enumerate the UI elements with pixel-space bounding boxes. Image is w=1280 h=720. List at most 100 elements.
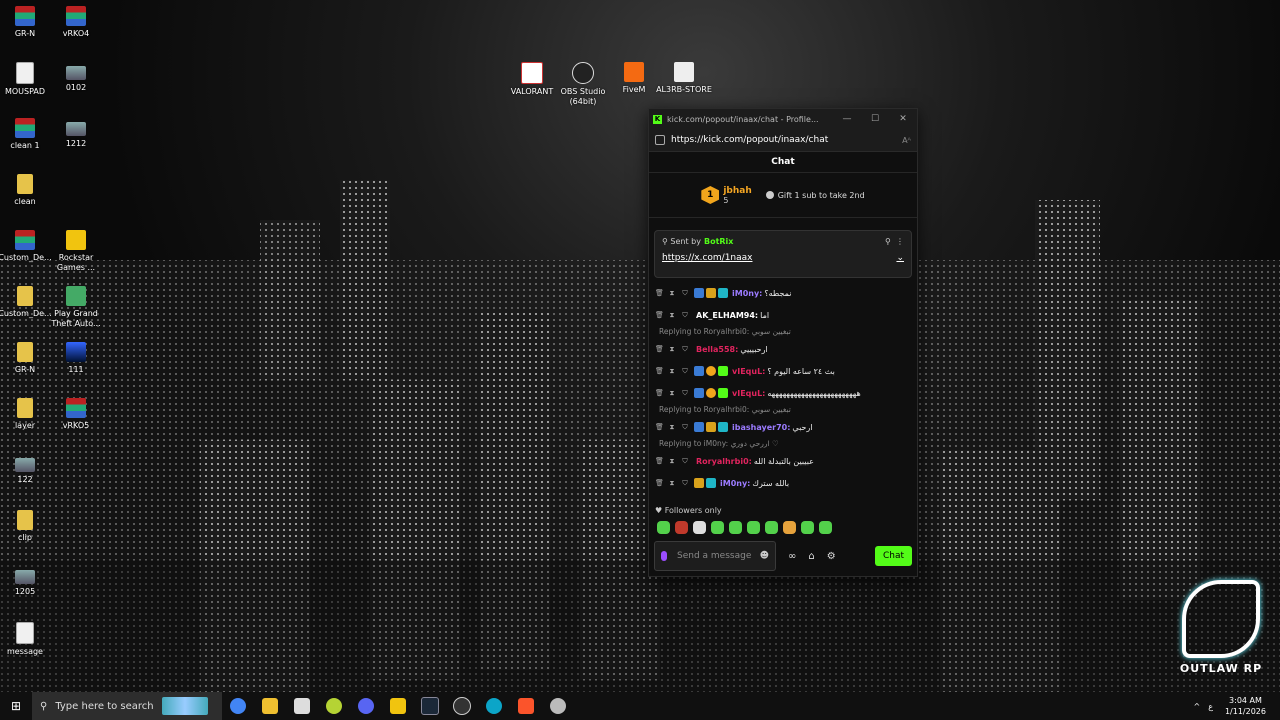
send-chat-button[interactable]: Chat [874, 546, 912, 566]
desktop-icon-gta[interactable]: Play Grand Theft Auto... [48, 286, 104, 329]
rockstar-launcher-icon[interactable] [382, 692, 414, 720]
gear-icon[interactable]: ⚙ [827, 551, 836, 562]
chat-username[interactable]: vIEquL: [732, 389, 765, 398]
desktop-icon-custom-de-1[interactable]: Custom_De... [0, 230, 53, 263]
bot-name[interactable]: BotRix [704, 237, 733, 246]
delete-icon[interactable]: 🗑 [655, 289, 664, 297]
timeout-icon[interactable]: ⧗ [668, 423, 676, 431]
chat-message[interactable]: 🗑 ⧗ ⛉ AK_ELHAM94: اما [655, 304, 911, 326]
emote-icon[interactable] [711, 521, 724, 534]
maximize-button[interactable]: ☐ [861, 114, 889, 124]
chevron-up-icon[interactable]: ^ [1193, 702, 1200, 711]
timeout-icon[interactable]: ⧗ [668, 367, 676, 375]
ban-icon[interactable]: ⛉ [681, 345, 689, 353]
chat-message[interactable]: 🗑 ⧗ ⛉ iM0ny: بالله سترك [655, 472, 911, 494]
steam-icon[interactable] [414, 692, 446, 720]
brave-icon[interactable] [510, 692, 542, 720]
ban-icon[interactable]: ⛉ [681, 479, 689, 487]
ban-icon[interactable]: ⛉ [681, 367, 689, 375]
chat-username[interactable]: iM0ny: [732, 289, 762, 298]
gifter-name[interactable]: jbhah [723, 186, 751, 196]
desktop-icon-vrko4[interactable]: vRKO4 [48, 6, 104, 39]
delete-icon[interactable]: 🗑 [655, 423, 664, 431]
timeout-icon[interactable]: ⧗ [668, 479, 676, 487]
ban-icon[interactable]: ⛉ [681, 457, 689, 465]
ban-icon[interactable]: ⛉ [681, 423, 689, 431]
mic-icon[interactable] [661, 551, 667, 561]
infinity-icon[interactable]: ∞ [788, 551, 796, 562]
chat-username[interactable]: vIEquL: [732, 367, 765, 376]
chat-message[interactable]: 🗑 ⧗ ⛉ vIEquL: بث ٢٤ ساعه اليوم ؟ [655, 360, 911, 382]
emote-icon[interactable] [747, 521, 760, 534]
desktop-icon-122[interactable]: 122 [0, 454, 53, 485]
delete-icon[interactable]: 🗑 [655, 345, 664, 353]
pinned-link[interactable]: https://x.com/1naax [662, 253, 896, 263]
discord-icon[interactable] [350, 692, 382, 720]
chat-username[interactable]: Roryalhrbi0: [696, 457, 752, 466]
more-options-icon[interactable]: ⋮ [896, 237, 904, 246]
address-bar[interactable]: https://kick.com/popout/inaax/chat Aᴬ [649, 129, 917, 152]
desktop-icon-vrko5[interactable]: vRKO5 [48, 398, 104, 431]
chat-message[interactable]: 🗑 ⧗ ⛉ ibashayer70: ارحبي [655, 416, 911, 438]
file-explorer-icon[interactable] [254, 692, 286, 720]
delete-icon[interactable]: 🗑 [655, 367, 664, 375]
desktop-icon-mouspad[interactable]: MOUSPAD [0, 62, 53, 97]
ban-icon[interactable]: ⛉ [681, 289, 689, 297]
desktop-icon-grn[interactable]: GR-N [0, 6, 53, 39]
minimize-button[interactable]: — [833, 114, 861, 124]
emote-icon[interactable] [675, 521, 688, 534]
emote-icon[interactable] [657, 521, 670, 534]
timeout-icon[interactable]: ⧗ [668, 345, 676, 353]
chat-username[interactable]: AK_ELHAM94: [696, 311, 758, 320]
chat-message[interactable]: 🗑 ⧗ ⛉ Bella558: ارحبيييي [655, 338, 911, 360]
chevron-down-icon[interactable]: ⌄ [896, 253, 904, 263]
timeout-icon[interactable]: ⧗ [668, 457, 676, 465]
chat-username[interactable]: ibashayer70: [732, 423, 790, 432]
unpin-icon[interactable]: ⚲ [885, 237, 896, 246]
window-titlebar[interactable]: K kick.com/popout/inaax/chat - Profile..… [649, 109, 917, 129]
chrome-icon[interactable] [222, 692, 254, 720]
desktop-icon-layer[interactable]: layer [0, 398, 53, 431]
desktop-icon-custom-de-2[interactable]: Custom_De... [0, 286, 53, 319]
desktop-icon-obs[interactable]: OBS Studio (64bit) [555, 62, 611, 107]
reader-mode-icon[interactable]: Aᴬ [902, 136, 911, 145]
chat-username[interactable]: Bella558: [696, 345, 738, 354]
desktop-icon-valorant[interactable]: VALORANT [504, 62, 560, 97]
gift-sub-button[interactable]: Gift 1 sub to take 2nd [765, 191, 865, 200]
desktop-icon-1212[interactable]: 1212 [48, 118, 104, 149]
desktop-icon-clean[interactable]: clean [0, 174, 53, 207]
taskbar-search[interactable]: ⚲ Type here to search [32, 692, 222, 720]
desktop-icon-clean1[interactable]: clean 1 [0, 118, 53, 151]
mail-icon[interactable] [286, 692, 318, 720]
desktop-icon-rockstar[interactable]: Rockstar Games ... [48, 230, 104, 273]
ban-icon[interactable]: ⛉ [681, 389, 689, 397]
desktop-icon-0102[interactable]: 0102 [48, 62, 104, 93]
timeout-icon[interactable]: ⧗ [668, 389, 676, 397]
delete-icon[interactable]: 🗑 [655, 479, 664, 487]
app-icon[interactable] [542, 692, 574, 720]
chat-message[interactable]: 🗑 ⧗ ⛉ vIEquL: ههههههههههههههههههههههههه [655, 382, 911, 404]
tennis-ball-icon[interactable] [318, 692, 350, 720]
delete-icon[interactable]: 🗑 [655, 311, 664, 319]
emote-icon[interactable] [765, 521, 778, 534]
emote-icon[interactable] [729, 521, 742, 534]
chat-username[interactable]: iM0ny: [720, 479, 750, 488]
url-text[interactable]: https://kick.com/popout/inaax/chat [671, 135, 902, 145]
desktop-icon-al3rb-store[interactable]: AL3RB-STORE [656, 62, 712, 95]
emoji-picker-icon[interactable]: ☻ [760, 551, 769, 561]
chat-input[interactable]: Send a message ☻ [654, 541, 776, 571]
delete-icon[interactable]: 🗑 [655, 389, 664, 397]
desktop-icon-111[interactable]: 111 [48, 342, 104, 375]
timeout-icon[interactable]: ⧗ [668, 311, 676, 319]
desktop-icon-grn-2[interactable]: GR-N [0, 342, 53, 375]
desktop-icon-1205[interactable]: 1205 [0, 566, 53, 597]
language-indicator[interactable]: ع [1208, 702, 1213, 711]
emote-icon[interactable] [783, 521, 796, 534]
edge-icon[interactable] [478, 692, 510, 720]
emote-icon[interactable] [801, 521, 814, 534]
ban-icon[interactable]: ⛉ [681, 311, 689, 319]
desktop-icon-message[interactable]: message [0, 622, 53, 657]
delete-icon[interactable]: 🗑 [655, 457, 664, 465]
timeout-icon[interactable]: ⧗ [668, 289, 676, 297]
chat-message[interactable]: 🗑 ⧗ ⛉ iM0ny: نمجطه؟ [655, 282, 911, 304]
